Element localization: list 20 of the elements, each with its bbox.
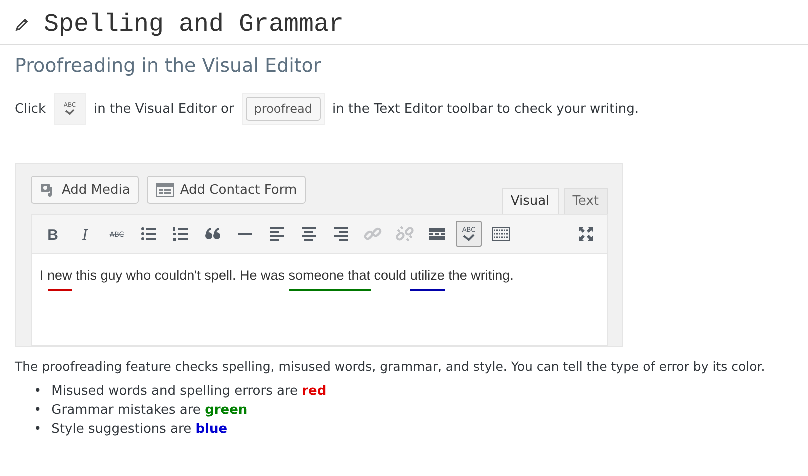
- legend-item: Grammar mistakes are green: [52, 402, 248, 420]
- instruction-text: in the Text Editor toolbar to check your writing.: [332, 102, 639, 116]
- legend-item: Misused words and spelling errors are red: [52, 383, 327, 401]
- explanation-text: The proofreading feature checks spelling, misused words, grammar, and style. You can tell the type of error by its color.: [15, 359, 766, 374]
- list-bullet: •: [34, 421, 42, 439]
- pencil-icon: [15, 16, 30, 32]
- add-form-button[interactable]: Add Contact Form: [147, 176, 306, 204]
- instruction-text: Click: [15, 102, 46, 116]
- page-title: Spelling and Grammar: [44, 10, 344, 38]
- editor-tab[interactable]: Text: [564, 188, 608, 214]
- section-heading: Proofreading in the Visual Editor: [15, 55, 322, 77]
- list-bullet: •: [34, 383, 42, 401]
- proofread-button[interactable]: proofread: [246, 97, 320, 121]
- instruction-text: in the Visual Editor or: [94, 102, 234, 116]
- legend-item: Style suggestions are blue: [52, 421, 228, 439]
- form-icon: [156, 183, 174, 197]
- list-bullet: •: [34, 402, 42, 420]
- editor-tab[interactable]: Visual: [502, 188, 559, 214]
- add-media-button[interactable]: Add Media: [31, 176, 140, 204]
- editor-text: I new this guy who couldn't spell. He was someone that could utilize the writing.: [40, 266, 599, 297]
